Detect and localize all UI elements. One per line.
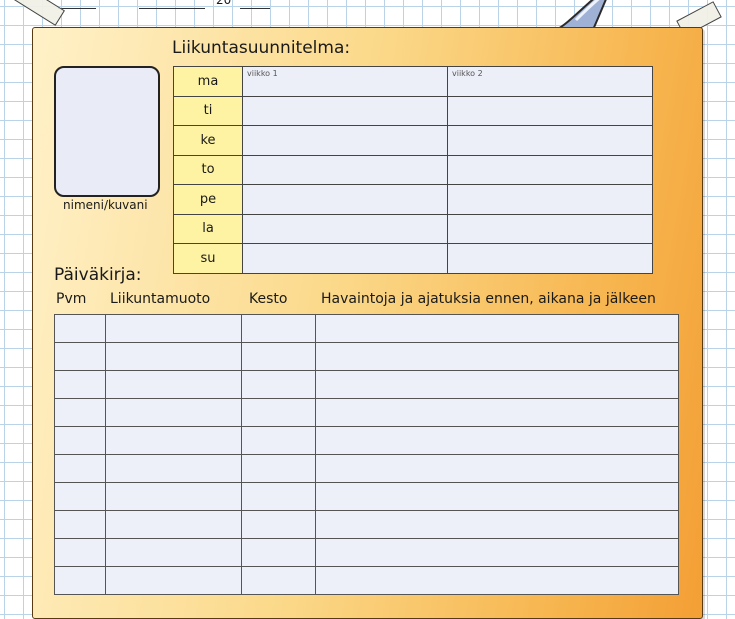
plan-cell-week1[interactable] xyxy=(242,125,448,156)
day-cell: to xyxy=(173,154,243,185)
plan-cell-week2[interactable]: viikko 2 xyxy=(447,66,653,97)
col-header-notes: Havaintoja ja ajatuksia ennen, aikana ja… xyxy=(321,291,656,307)
col-header-date: Pvm xyxy=(56,291,87,307)
date-cell[interactable] xyxy=(54,314,106,343)
diary-title: Päiväkirja: xyxy=(54,265,142,285)
plan-cell-week1[interactable]: viikko 1 xyxy=(242,66,448,97)
duration-cell[interactable] xyxy=(241,370,316,399)
date-cell[interactable] xyxy=(54,510,106,539)
duration-cell[interactable] xyxy=(241,566,316,595)
diary-row xyxy=(54,566,679,595)
day-cell: ke xyxy=(173,125,243,156)
activity-cell[interactable] xyxy=(105,454,242,483)
date-cell[interactable] xyxy=(54,426,106,455)
plan-row: la xyxy=(173,213,653,244)
diary-row xyxy=(54,538,679,567)
plan-cell-week1[interactable] xyxy=(242,154,448,185)
plan-row: ke xyxy=(173,125,653,156)
notes-cell[interactable] xyxy=(315,510,679,539)
diary-row xyxy=(54,314,679,343)
duration-cell[interactable] xyxy=(241,398,316,427)
top-line-1 xyxy=(58,0,96,9)
notes-cell[interactable] xyxy=(315,538,679,567)
plan-row: su xyxy=(173,243,653,274)
duration-cell[interactable] xyxy=(241,342,316,371)
day-cell: ma xyxy=(173,66,243,97)
duration-cell[interactable] xyxy=(241,426,316,455)
plan-cell-week2[interactable] xyxy=(447,154,653,185)
diary-row xyxy=(54,370,679,399)
plan-row: to xyxy=(173,154,653,185)
activity-cell[interactable] xyxy=(105,482,242,511)
plan-cell-week2[interactable] xyxy=(447,95,653,126)
plan-row: ti xyxy=(173,95,653,126)
notes-cell[interactable] xyxy=(315,342,679,371)
notes-cell[interactable] xyxy=(315,566,679,595)
date-cell[interactable] xyxy=(54,398,106,427)
activity-cell[interactable] xyxy=(105,398,242,427)
top-line-3 xyxy=(240,0,270,9)
plan-cell-week1[interactable] xyxy=(242,95,448,126)
notes-cell[interactable] xyxy=(315,398,679,427)
notes-cell[interactable] xyxy=(315,314,679,343)
plan-cell-week2[interactable] xyxy=(447,243,653,274)
plan-cell-week1[interactable] xyxy=(242,184,448,215)
activity-cell[interactable] xyxy=(105,566,242,595)
page-title: Liikuntasuunnitelma: xyxy=(172,38,351,58)
duration-cell[interactable] xyxy=(241,538,316,567)
activity-cell[interactable] xyxy=(105,314,242,343)
activity-cell[interactable] xyxy=(105,342,242,371)
duration-cell[interactable] xyxy=(241,482,316,511)
day-cell: la xyxy=(173,213,243,244)
activity-cell[interactable] xyxy=(105,538,242,567)
plan-cell-week1[interactable] xyxy=(242,243,448,274)
activity-cell[interactable] xyxy=(105,426,242,455)
plan-table: ma viikko 1 viikko 2 ti ke to pe la su xyxy=(173,66,653,274)
date-cell[interactable] xyxy=(54,342,106,371)
plan-cell-week2[interactable] xyxy=(447,213,653,244)
day-cell: ti xyxy=(173,95,243,126)
activity-cell[interactable] xyxy=(105,510,242,539)
photo-box[interactable] xyxy=(54,66,160,197)
diary-table xyxy=(54,314,679,595)
date-cell[interactable] xyxy=(54,454,106,483)
notes-cell[interactable] xyxy=(315,370,679,399)
week2-label: viikko 2 xyxy=(452,69,483,78)
diary-row xyxy=(54,342,679,371)
plan-cell-week2[interactable] xyxy=(447,125,653,156)
date-cell[interactable] xyxy=(54,566,106,595)
plan-row: pe xyxy=(173,184,653,215)
date-cell[interactable] xyxy=(54,538,106,567)
plan-cell-week1[interactable] xyxy=(242,213,448,244)
day-cell: pe xyxy=(173,184,243,215)
diary-row xyxy=(54,510,679,539)
diary-row xyxy=(54,454,679,483)
photo-label: nimeni/kuvani xyxy=(63,198,148,212)
top-line-2 xyxy=(139,0,205,9)
date-cell[interactable] xyxy=(54,482,106,511)
duration-cell[interactable] xyxy=(241,314,316,343)
duration-cell[interactable] xyxy=(241,510,316,539)
week1-label: viikko 1 xyxy=(247,69,278,78)
notes-cell[interactable] xyxy=(315,426,679,455)
activity-cell[interactable] xyxy=(105,370,242,399)
diary-row xyxy=(54,398,679,427)
plan-row: ma viikko 1 viikko 2 xyxy=(173,66,653,97)
diary-row xyxy=(54,426,679,455)
duration-cell[interactable] xyxy=(241,454,316,483)
diary-row xyxy=(54,482,679,511)
col-header-duration: Kesto xyxy=(249,291,288,307)
col-header-activity: Liikuntamuoto xyxy=(110,291,211,307)
date-cell[interactable] xyxy=(54,370,106,399)
year-fragment: 20 xyxy=(216,0,232,7)
plan-cell-week2[interactable] xyxy=(447,184,653,215)
notes-cell[interactable] xyxy=(315,454,679,483)
day-cell: su xyxy=(173,243,243,274)
notes-cell[interactable] xyxy=(315,482,679,511)
